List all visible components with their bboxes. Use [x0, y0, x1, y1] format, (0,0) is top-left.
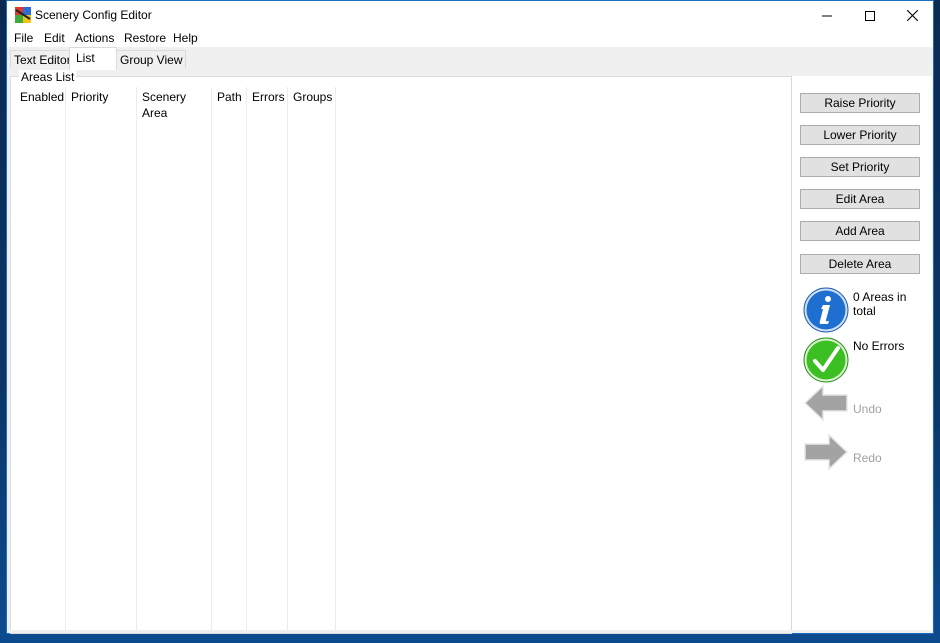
info-icon: [803, 287, 849, 333]
close-icon: [907, 10, 918, 21]
menu-file[interactable]: File: [14, 31, 33, 45]
checkmark-icon: [803, 337, 849, 383]
column-header-priority[interactable]: Priority: [65, 89, 135, 107]
close-button[interactable]: [890, 1, 935, 30]
window-title: Scenery Config Editor: [35, 8, 152, 22]
raise-priority-button[interactable]: Raise Priority: [800, 93, 920, 113]
column-divider[interactable]: [136, 87, 137, 633]
column-header-enabled[interactable]: Enabled: [14, 89, 64, 107]
menu-bar: File Edit Actions Restore Help: [7, 30, 933, 47]
tab-list[interactable]: List: [69, 47, 117, 70]
maximize-button[interactable]: [847, 1, 892, 30]
undo-arrow-icon[interactable]: [803, 384, 849, 422]
app-window: Scenery Config Editor File Edit Actions …: [6, 0, 934, 634]
undo-button[interactable]: Undo: [853, 402, 923, 416]
edit-area-button[interactable]: Edit Area: [800, 189, 920, 209]
minimize-button[interactable]: [804, 1, 849, 30]
column-divider[interactable]: [335, 87, 336, 633]
menu-edit[interactable]: Edit: [44, 31, 65, 45]
tab-text-editor[interactable]: Text Editor: [10, 50, 75, 68]
set-priority-button[interactable]: Set Priority: [800, 157, 920, 177]
lower-priority-button[interactable]: Lower Priority: [800, 125, 920, 145]
areas-list-group: Areas List Enabled Priority Scenery Area…: [10, 70, 792, 634]
add-area-button[interactable]: Add Area: [800, 221, 920, 241]
maximize-icon: [864, 10, 875, 21]
list-tab-content: Areas List Enabled Priority Scenery Area…: [7, 69, 933, 634]
areas-total-status: 0 Areas in total: [853, 290, 907, 318]
column-divider[interactable]: [211, 87, 212, 633]
tab-strip: Text Editor List Group View: [7, 47, 933, 70]
column-header-scenery-area[interactable]: Scenery Area: [136, 89, 211, 120]
app-logo-icon: [15, 7, 31, 23]
delete-area-button[interactable]: Delete Area: [800, 254, 920, 274]
column-header-path[interactable]: Path: [211, 89, 246, 107]
redo-button[interactable]: Redo: [853, 451, 923, 465]
redo-arrow-icon[interactable]: [803, 433, 849, 471]
tab-group-view[interactable]: Group View: [116, 50, 187, 68]
bottom-edge: [7, 630, 933, 633]
minimize-icon: [821, 15, 832, 16]
areas-list-label: Areas List: [19, 70, 77, 84]
actions-panel: Raise Priority Lower Priority Set Priori…: [791, 76, 932, 632]
column-divider[interactable]: [246, 87, 247, 633]
title-bar[interactable]: Scenery Config Editor: [7, 1, 933, 30]
menu-actions[interactable]: Actions: [75, 31, 114, 45]
menu-restore[interactable]: Restore: [124, 31, 166, 45]
column-divider[interactable]: [65, 87, 66, 633]
errors-status: No Errors: [853, 339, 905, 353]
menu-help[interactable]: Help: [173, 31, 198, 45]
column-header-errors[interactable]: Errors: [246, 89, 287, 107]
column-header-groups[interactable]: Groups: [287, 89, 335, 107]
column-divider[interactable]: [287, 87, 288, 633]
areas-list-view[interactable]: Enabled Priority Scenery Area Path Error…: [14, 85, 791, 633]
